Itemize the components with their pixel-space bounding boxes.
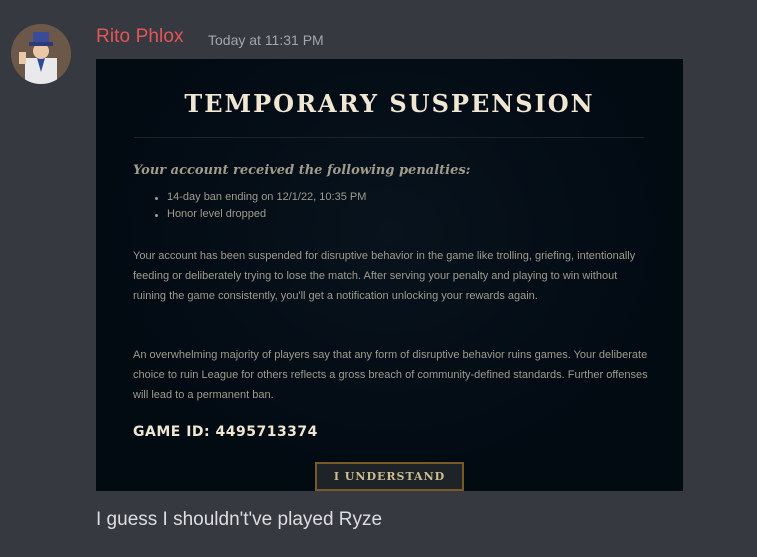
message-timestamp: Today at 11:31 PM bbox=[208, 32, 324, 48]
penalty-item: Honor level dropped bbox=[152, 208, 366, 220]
suspension-explanation: Your account has been suspended for disr… bbox=[133, 250, 636, 302]
i-understand-button[interactable]: I UNDERSTAND bbox=[315, 462, 464, 491]
suspension-warning: An overwhelming majority of players say … bbox=[133, 349, 648, 401]
dialog-title: TEMPORARY SUSPENSION bbox=[184, 89, 595, 118]
title-divider bbox=[134, 137, 644, 138]
avatar[interactable] bbox=[11, 24, 71, 84]
message-text: I guess I shouldn't've played Ryze bbox=[96, 509, 383, 530]
penalty-item: 14-day ban ending on 12/1/22, 10:35 PM bbox=[152, 191, 366, 203]
image-attachment[interactable]: TEMPORARY SUSPENSION Your account receiv… bbox=[96, 59, 683, 491]
game-id: GAME ID: 4495713374 bbox=[133, 424, 318, 440]
avatar-icon bbox=[11, 24, 71, 84]
penalties-list: 14-day ban ending on 12/1/22, 10:35 PM H… bbox=[152, 191, 366, 225]
message-author[interactable]: Rito Phlox bbox=[96, 26, 184, 48]
penalties-heading: Your account received the following pena… bbox=[133, 163, 471, 178]
